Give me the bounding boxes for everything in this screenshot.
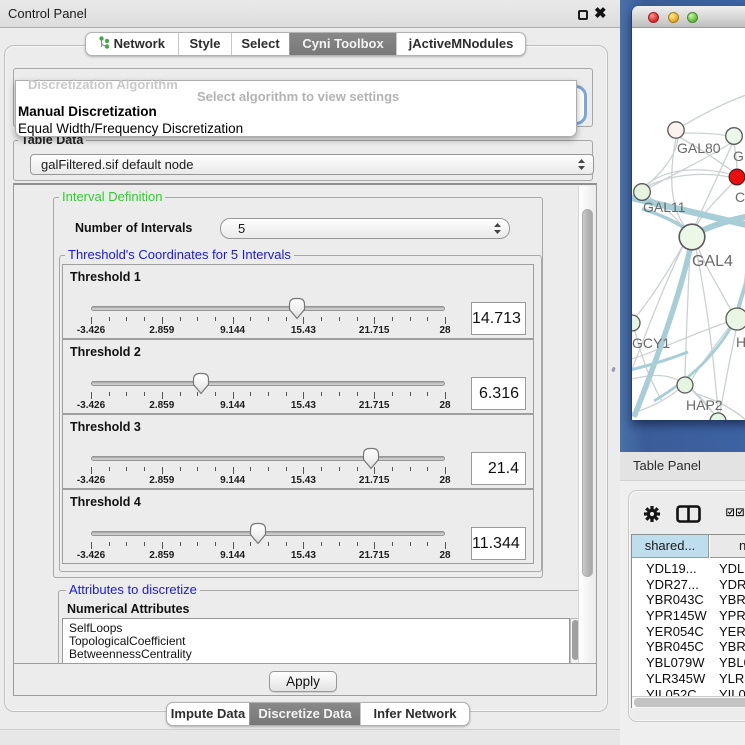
svg-text:GAL11: GAL11 bbox=[643, 199, 686, 215]
svg-text:GCY1: GCY1 bbox=[632, 335, 670, 351]
svg-text:GAL80: GAL80 bbox=[677, 140, 721, 156]
svg-text:C: C bbox=[735, 189, 745, 205]
svg-text:HAP2: HAP2 bbox=[686, 397, 723, 413]
svg-text:G.: G. bbox=[733, 148, 745, 164]
svg-text:GAL4: GAL4 bbox=[692, 253, 733, 270]
svg-text:H: H bbox=[736, 334, 745, 350]
